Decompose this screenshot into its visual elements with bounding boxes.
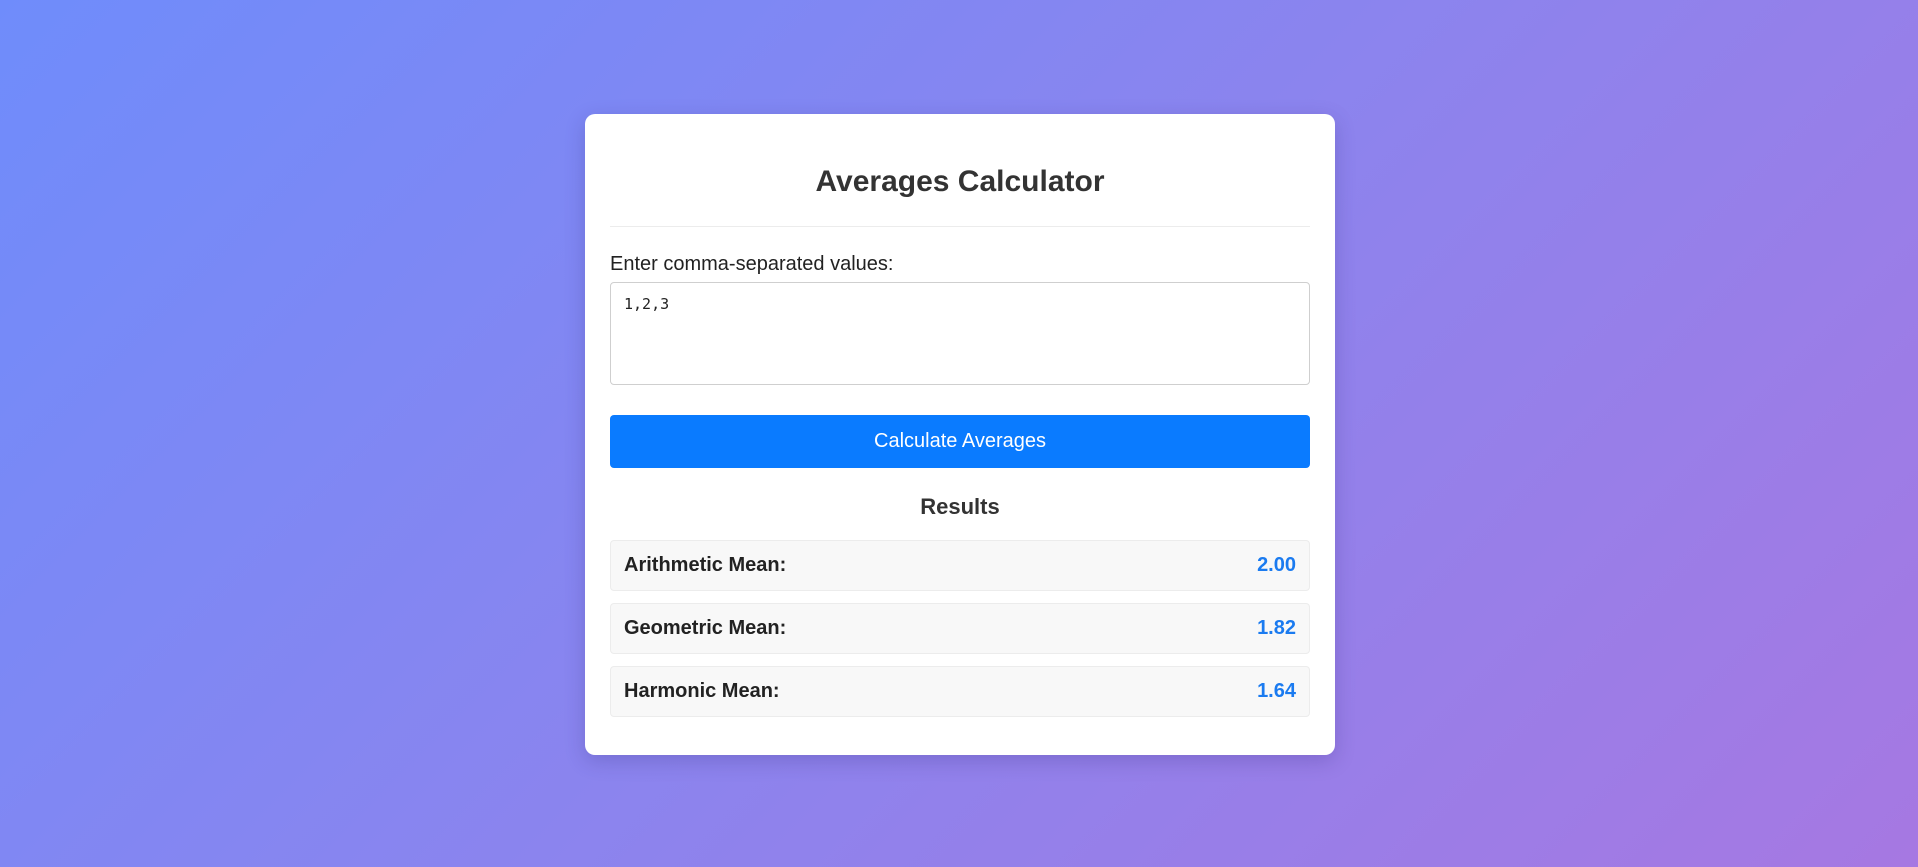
values-input[interactable] [610, 282, 1310, 385]
result-row-arithmetic-mean: Arithmetic Mean: 2.00 [610, 540, 1310, 591]
results-heading: Results [920, 494, 1000, 519]
title-divider [610, 226, 1310, 227]
result-value: 1.64 [1257, 680, 1296, 702]
result-label: Geometric Mean: [624, 617, 787, 639]
page-title: Averages Calculator [815, 165, 1105, 198]
calculator-card: Averages Calculator Enter comma-separate… [585, 114, 1335, 755]
result-value: 1.82 [1257, 617, 1296, 639]
calculate-averages-button[interactable]: Calculate Averages [610, 415, 1310, 468]
result-value: 2.00 [1257, 554, 1296, 576]
result-row-harmonic-mean: Harmonic Mean: 1.64 [610, 666, 1310, 717]
result-label: Harmonic Mean: [624, 680, 780, 702]
result-row-geometric-mean: Geometric Mean: 1.82 [610, 603, 1310, 654]
values-input-label: Enter comma-separated values: [610, 253, 894, 275]
result-label: Arithmetic Mean: [624, 554, 787, 576]
